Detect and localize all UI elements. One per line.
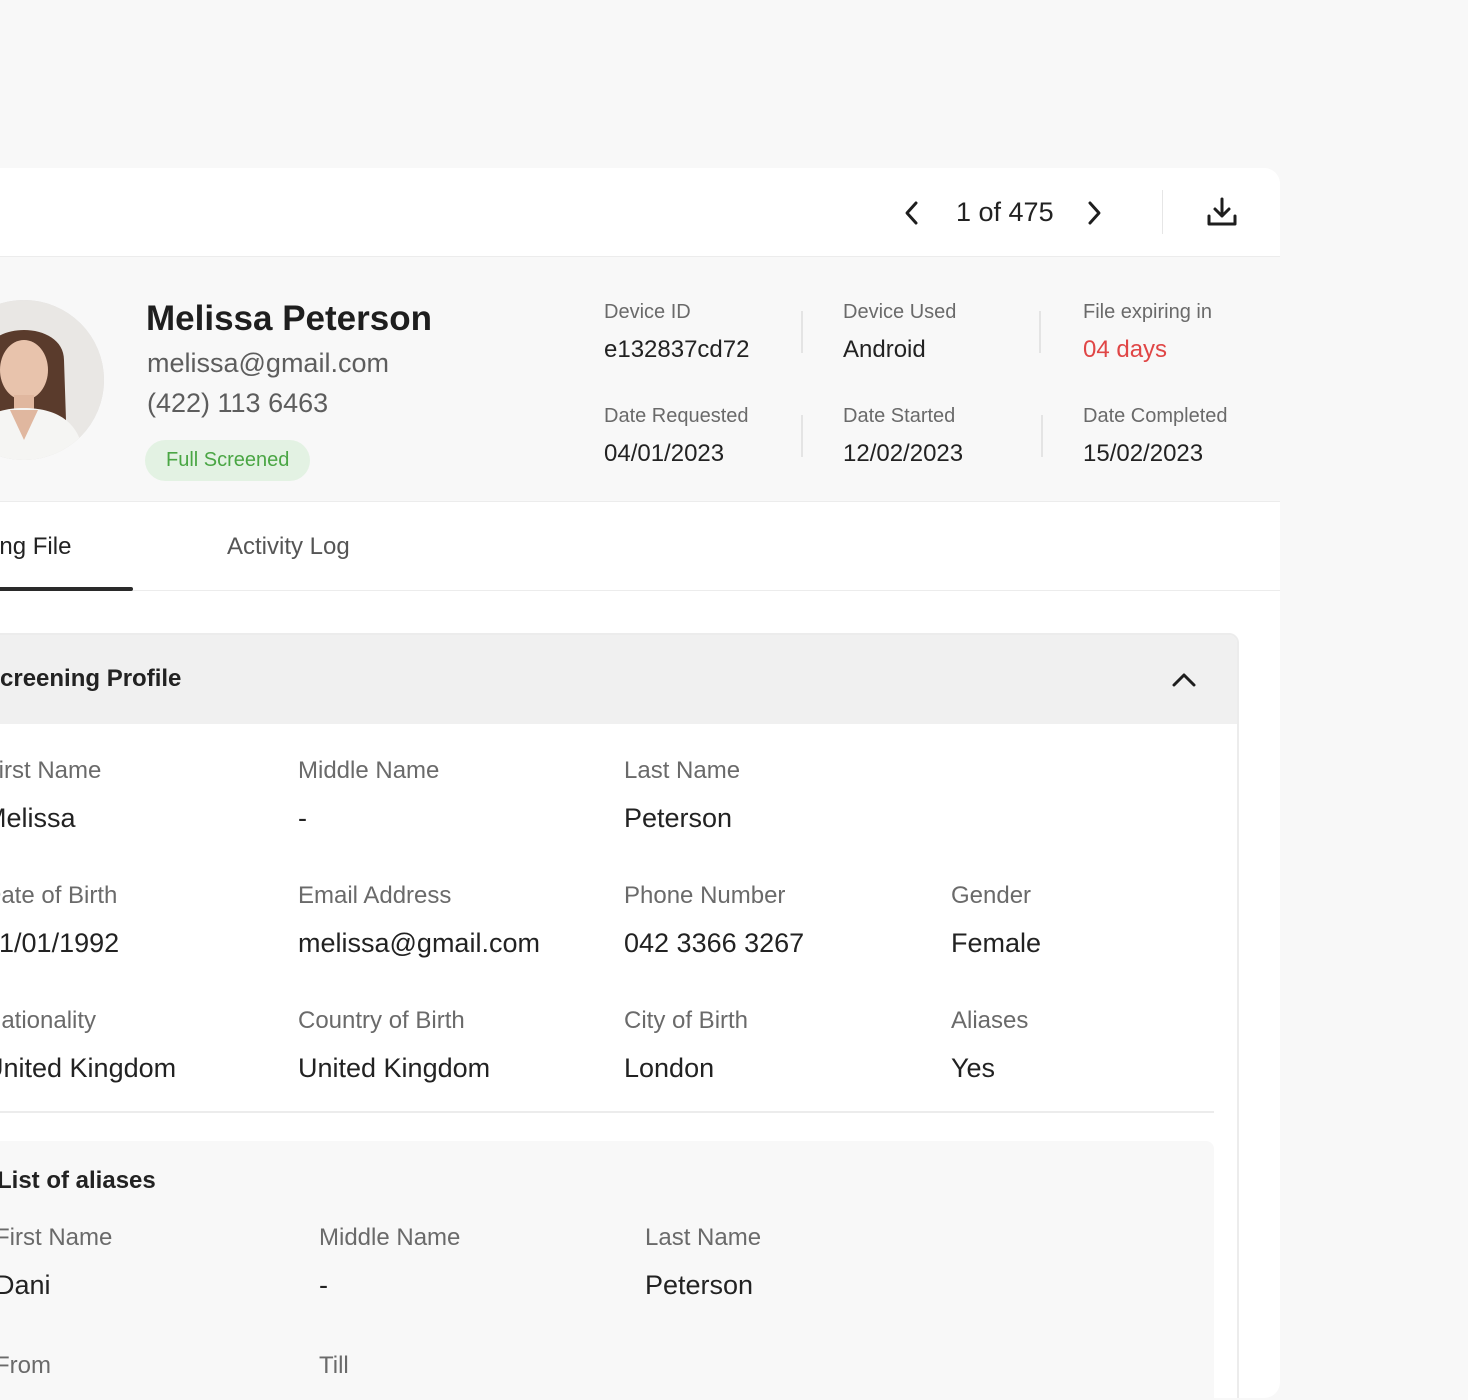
avatar [0, 300, 104, 460]
profile-name: Melissa Peterson [146, 299, 432, 338]
download-icon[interactable] [1204, 194, 1240, 230]
phone-label: Phone Number [624, 882, 786, 909]
date-started-value: 12/02/2023 [843, 440, 964, 467]
tab-activity-log[interactable]: Activity Log [227, 502, 350, 591]
middle-name-value: - [298, 803, 307, 833]
nationality-value: United Kingdom [0, 1053, 177, 1083]
country-of-birth-value: United Kingdom [298, 1053, 491, 1083]
last-name-label: Last Name [624, 757, 741, 784]
date-requested-value: 04/01/2023 [604, 440, 725, 467]
file-expiring-value: 04 days [1083, 336, 1168, 363]
tab-bar: Screening File Activity Log [0, 502, 1280, 591]
screening-card: 1 of 475 Melissa Peterson melissa@gmail.… [0, 168, 1280, 1398]
alias-last-name-label: Last Name [645, 1224, 762, 1251]
toolbar-divider [1162, 190, 1163, 234]
phone-value: 042 3366 3267 [624, 928, 805, 958]
dob-value: 01/01/1992 [0, 928, 120, 958]
city-of-birth-label: City of Birth [624, 1007, 749, 1034]
alias-from-label: From [0, 1352, 51, 1379]
active-tab-indicator [0, 587, 133, 591]
dob-label: Date of Birth [0, 882, 118, 909]
first-name-label: First Name [0, 757, 102, 784]
email-label: Email Address [298, 882, 452, 909]
aliases-label: Aliases [951, 1007, 1029, 1034]
aliases-panel: List of aliases First Name Dani Middle N… [0, 1141, 1214, 1398]
date-started-label: Date Started [843, 405, 956, 427]
aliases-value: Yes [951, 1053, 996, 1083]
device-used-label: Device Used [843, 301, 957, 323]
chevron-right-icon[interactable] [1078, 197, 1110, 229]
device-id-label: Device ID [604, 301, 691, 323]
chevron-up-icon[interactable] [1168, 664, 1200, 696]
top-bar: 1 of 475 [0, 168, 1280, 257]
alias-till-label: Till [319, 1352, 349, 1379]
device-used-value: Android [843, 336, 926, 363]
meta-divider [801, 415, 803, 457]
profile-email: melissa@gmail.com [147, 348, 389, 378]
page: 1 of 475 Melissa Peterson melissa@gmail.… [0, 0, 1468, 1400]
nationality-label: Nationality [0, 1007, 97, 1034]
gender-label: Gender [951, 882, 1032, 909]
gender-value: Female [951, 928, 1042, 958]
section-divider [0, 1111, 1214, 1113]
middle-name-label: Middle Name [298, 757, 440, 784]
pager: 1 of 475 [896, 168, 1110, 257]
screening-profile-section: Screening Profile First Name Melissa Mid… [0, 633, 1239, 1398]
first-name-value: Melissa [0, 803, 76, 833]
tab-screening-file[interactable]: Screening File [0, 502, 71, 591]
device-id-value: e132837cd72 [604, 336, 750, 363]
date-completed-value: 15/02/2023 [1083, 440, 1204, 467]
pager-count: 1 of 475 [956, 197, 1054, 227]
city-of-birth-value: London [624, 1053, 715, 1083]
section-header[interactable]: Screening Profile [0, 635, 1237, 724]
meta-divider [1039, 311, 1041, 353]
date-completed-label: Date Completed [1083, 405, 1228, 427]
alias-middle-name-value: - [319, 1270, 328, 1300]
file-expiring-label: File expiring in [1083, 301, 1212, 323]
alias-first-name-label: First Name [0, 1224, 113, 1251]
alias-middle-name-label: Middle Name [319, 1224, 461, 1251]
section-title: Screening Profile [0, 665, 182, 692]
aliases-title: List of aliases [0, 1167, 156, 1194]
last-name-value: Peterson [624, 803, 733, 833]
profile-header: Melissa Peterson melissa@gmail.com (422)… [0, 257, 1280, 502]
profile-phone: (422) 113 6463 [147, 388, 329, 418]
meta-divider [801, 311, 803, 353]
alias-first-name-value: Dani [0, 1270, 51, 1300]
email-value: melissa@gmail.com [298, 928, 540, 958]
country-of-birth-label: Country of Birth [298, 1007, 465, 1034]
status-badge: Full Screened [145, 440, 311, 481]
chevron-left-icon[interactable] [896, 197, 928, 229]
date-requested-label: Date Requested [604, 405, 749, 427]
alias-last-name-value: Peterson [645, 1270, 754, 1300]
meta-divider [1041, 415, 1043, 457]
